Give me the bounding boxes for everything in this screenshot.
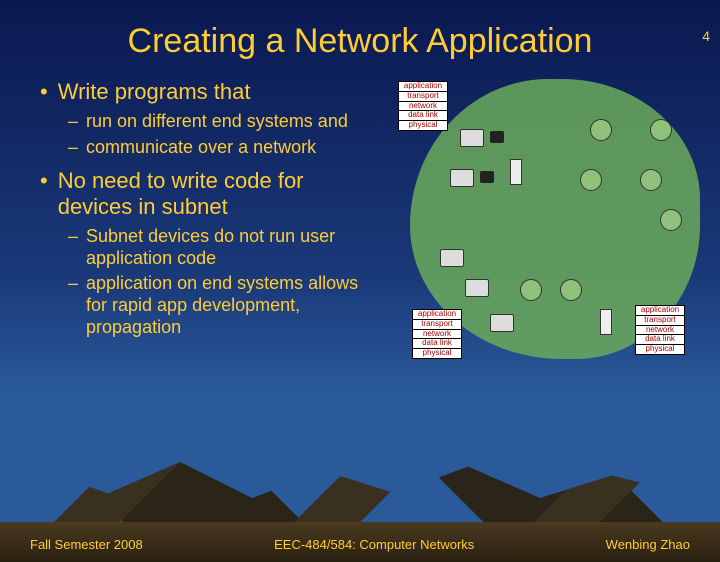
mountain-decoration — [0, 444, 720, 534]
layer-physical: physical — [636, 345, 684, 354]
bullet-dash: – — [68, 226, 78, 269]
bullet-main-1: • Write programs that — [40, 79, 370, 105]
bullet-dash: – — [68, 273, 78, 338]
router-icon — [560, 279, 582, 301]
bullet-text: run on different end systems and — [86, 111, 348, 133]
bullet-sub-1a: – run on different end systems and — [68, 111, 370, 133]
page-number: 4 — [702, 28, 710, 44]
bullet-sub-1b: – communicate over a network — [68, 137, 370, 159]
layer-physical: physical — [413, 349, 461, 358]
protocol-stack-top: application transport network data link … — [398, 81, 448, 131]
footer: Fall Semester 2008 EEC-484/584: Computer… — [0, 537, 720, 552]
footer-right: Wenbing Zhao — [606, 537, 690, 552]
bullet-text: application on end systems allows for ra… — [86, 273, 370, 338]
protocol-stack-bottom-right: application transport network data link … — [635, 305, 685, 355]
protocol-stack-bottom-left: application transport network data link … — [412, 309, 462, 359]
bullet-sub-2b: – application on end systems allows for … — [68, 273, 370, 338]
computer-icon — [440, 249, 464, 267]
bullet-text: No need to write code for devices in sub… — [58, 168, 370, 220]
server-icon — [510, 159, 522, 185]
router-icon — [660, 209, 682, 231]
computer-icon — [465, 279, 489, 297]
diagram-column: application transport network data link … — [370, 79, 690, 342]
text-column: • Write programs that – run on different… — [40, 79, 370, 342]
bullet-dot: • — [40, 79, 48, 105]
router-icon — [580, 169, 602, 191]
phone-icon — [480, 171, 494, 183]
computer-icon — [450, 169, 474, 187]
router-icon — [650, 119, 672, 141]
footer-center: EEC-484/584: Computer Networks — [274, 537, 474, 552]
bullet-dash: – — [68, 137, 78, 159]
footer-left: Fall Semester 2008 — [30, 537, 143, 552]
phone-icon — [490, 131, 504, 143]
computer-icon — [460, 129, 484, 147]
computer-icon — [490, 314, 514, 332]
bullet-dash: – — [68, 111, 78, 133]
router-icon — [640, 169, 662, 191]
content-area: • Write programs that – run on different… — [0, 79, 720, 342]
router-icon — [590, 119, 612, 141]
layer-physical: physical — [399, 121, 447, 130]
router-icon — [520, 279, 542, 301]
server-icon — [600, 309, 612, 335]
bullet-main-2: • No need to write code for devices in s… — [40, 168, 370, 220]
bullet-text: Write programs that — [58, 79, 251, 105]
bullet-dot: • — [40, 168, 48, 220]
slide-title: Creating a Network Application — [0, 22, 720, 61]
bullet-text: Subnet devices do not run user applicati… — [86, 226, 370, 269]
bullet-sub-2a: – Subnet devices do not run user applica… — [68, 226, 370, 269]
bullet-text: communicate over a network — [86, 137, 316, 159]
